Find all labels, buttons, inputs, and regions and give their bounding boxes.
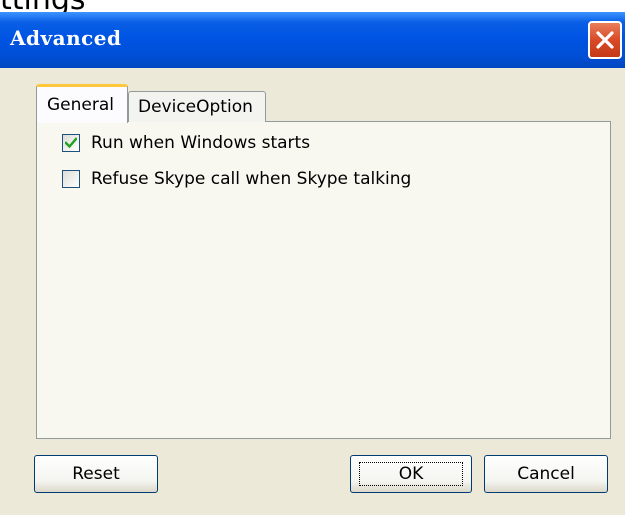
advanced-dialog: Advanced General DeviceOption Run when W… xyxy=(0,12,625,515)
window-title: Advanced xyxy=(10,26,122,50)
close-icon xyxy=(596,31,614,49)
run-at-startup-checkbox[interactable] xyxy=(62,134,80,152)
refuse-skype-call-checkbox[interactable] xyxy=(62,170,80,188)
ok-button-label: OK xyxy=(398,464,424,484)
tab-general-label: General xyxy=(47,95,114,115)
run-at-startup-label: Run when Windows starts xyxy=(91,133,311,153)
screen: ttings Advanced General DeviceOption Run… xyxy=(0,0,625,515)
checkmark-icon xyxy=(65,137,77,149)
tab-deviceoption[interactable]: DeviceOption xyxy=(128,91,266,122)
title-bar[interactable]: Advanced xyxy=(0,12,625,68)
tab-general[interactable]: General xyxy=(36,84,128,123)
close-button[interactable] xyxy=(588,21,622,59)
reset-button[interactable]: Reset xyxy=(34,455,158,493)
tab-deviceoption-label: DeviceOption xyxy=(138,97,253,117)
cancel-button[interactable]: Cancel xyxy=(484,455,608,493)
ok-button[interactable]: OK xyxy=(350,455,472,493)
refuse-skype-call-label: Refuse Skype call when Skype talking xyxy=(91,169,412,189)
